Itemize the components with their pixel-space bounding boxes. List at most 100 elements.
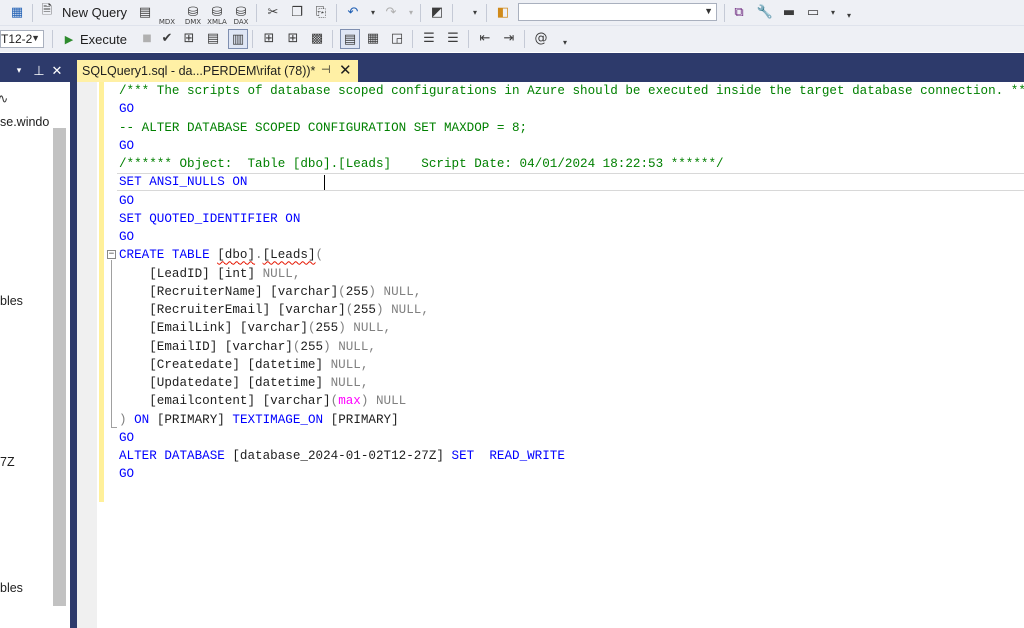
window-position-icon[interactable]: ▾ (10, 62, 28, 80)
code-line[interactable]: [RecruiterName] [varchar](255) NULL, (119, 283, 421, 301)
tree-item[interactable]: bles (0, 294, 23, 308)
cut-icon[interactable]: ✂ (264, 3, 282, 21)
solution-icon[interactable]: ◧ (494, 3, 512, 21)
connect-icon[interactable]: ▦ (8, 3, 26, 21)
code-token: /****** Object: Table [dbo].[Leads] Scri… (119, 157, 724, 171)
code-token: -- ALTER DATABASE SCOPED CONFIGURATION S… (119, 120, 528, 135)
comment-icon[interactable]: ☰ (420, 29, 438, 47)
close-icon[interactable]: ✕ (339, 61, 352, 79)
copy-icon[interactable]: ❐ (288, 3, 306, 21)
stop-icon[interactable]: ■ (138, 29, 156, 47)
code-token: CREATE TABLE (119, 248, 218, 263)
code-line[interactable]: /****** Object: Table [dbo].[Leads] Scri… (119, 155, 724, 173)
find-combo[interactable]: ▼ (518, 3, 717, 21)
code-line[interactable]: [RecruiterEmail] [varchar](255) NULL, (119, 301, 429, 319)
undo-icon[interactable]: ↶ (344, 3, 362, 21)
code-token: [Leads] (262, 248, 316, 263)
query-options-icon[interactable]: ▤ (204, 29, 222, 47)
uncomment-icon[interactable]: ☰ (444, 29, 462, 47)
pin-icon[interactable]: ⊣ (321, 63, 331, 76)
results-to-text-icon[interactable]: ▤ (340, 29, 360, 49)
activity-monitor-icon[interactable]: ◩ (428, 3, 446, 21)
mdx-query-icon[interactable]: ▤ (136, 3, 154, 21)
code-token: ) NULL, (368, 284, 422, 299)
scrollbar[interactable] (53, 128, 66, 606)
toolbar-options-icon[interactable]: ▾ (556, 33, 574, 51)
code-line[interactable]: ALTER DATABASE [database_2024-01-02T12-2… (119, 447, 565, 465)
toolbox-icon[interactable]: ▬ (780, 3, 798, 21)
code-token: [emailcontent] [varchar] (119, 394, 331, 409)
tree-item[interactable]: se.windo (0, 115, 49, 129)
tab-sqlquery1[interactable]: SQLQuery1.sql - da...PERDEM\rifat (78))*… (77, 60, 358, 82)
toolbar-separator (420, 4, 421, 22)
increase-indent-icon[interactable]: ⇥ (500, 29, 518, 47)
parse-check-icon[interactable]: ✔ (158, 29, 176, 47)
code-line[interactable]: GO (119, 465, 134, 483)
undo-dropdown-icon[interactable]: ▾ (364, 3, 382, 21)
code-line[interactable]: GO (119, 429, 134, 447)
code-line[interactable]: [Createdate] [datetime] NULL, (119, 356, 368, 374)
decrease-indent-icon[interactable]: ⇤ (476, 29, 494, 47)
code-token: ) NULL (360, 394, 407, 409)
terminal-icon[interactable]: ▭ (804, 3, 822, 21)
overflow-dropdown-icon[interactable]: ▾ (466, 3, 484, 21)
close-icon[interactable]: ✕ (48, 62, 66, 80)
code-token: SET QUOTED_IDENTIFIER ON (119, 211, 301, 226)
code-line[interactable]: [EmailID] [varchar](255) NULL, (119, 338, 376, 356)
database-select[interactable]: T12-2 ▼ (0, 30, 44, 48)
database-select-value: T12-2 (1, 32, 33, 46)
code-line[interactable]: GO (119, 100, 134, 118)
code-line[interactable]: ) ON [PRIMARY] TEXTIMAGE_ON [PRIMARY] (119, 411, 399, 429)
toolbar-separator (32, 4, 33, 22)
code-token: SET ANSI_NULLS ON (119, 175, 248, 190)
estimated-plan-icon[interactable]: ⊞ (180, 29, 198, 47)
toolbar-options-icon[interactable]: ▾ (840, 6, 858, 24)
code-token: SET READ_WRITE (451, 449, 565, 463)
code-token: [EmailLink] [varchar] (119, 321, 308, 336)
actual-plan-icon[interactable]: ⊞ (260, 29, 278, 47)
redo-dropdown-icon[interactable]: ▾ (402, 3, 420, 21)
code-token: ALTER DATABASE (119, 449, 233, 463)
code-line[interactable]: [EmailLink] [varchar](255) NULL, (119, 319, 391, 337)
code-token: max (338, 394, 361, 409)
code-line[interactable]: [Updatedate] [datetime] NULL, (119, 374, 368, 392)
code-line[interactable]: -- ALTER DATABASE SCOPED CONFIGURATION S… (119, 119, 527, 137)
toolbar-separator (486, 4, 487, 22)
tab-title: SQLQuery1.sql - da...PERDEM\rifat (78))* (82, 64, 316, 78)
sql-editor[interactable]: − /*** The scripts of database scoped co… (77, 82, 1024, 628)
visual-studio-icon[interactable]: ⧉ (730, 3, 748, 21)
code-token: [dbo] (217, 248, 256, 263)
collapse-icon[interactable]: − (107, 250, 116, 259)
results-to-file-icon[interactable]: ◲ (388, 29, 406, 47)
code-line[interactable]: [LeadID] [int] NULL, (119, 265, 300, 283)
tree-item[interactable]: 7Z (0, 455, 15, 469)
object-explorer-header: ▾ ⊥ ✕ (0, 60, 70, 82)
fold-guide (111, 260, 112, 428)
redo-icon[interactable]: ↷ (382, 3, 400, 21)
wrench-icon[interactable]: 🔧 (756, 3, 774, 21)
toolbar-separator (332, 30, 333, 48)
specify-values-icon[interactable]: @ (532, 29, 550, 47)
intellisense-icon[interactable]: ▥ (228, 29, 248, 49)
code-line[interactable]: [emailcontent] [varchar](max) NULL (119, 392, 406, 410)
code-line[interactable]: CREATE TABLE [dbo].[Leads]( (119, 246, 323, 264)
code-line[interactable]: GO (119, 192, 134, 210)
code-line[interactable]: GO (119, 137, 134, 155)
code-token: GO (119, 467, 135, 482)
code-line[interactable]: SET QUOTED_IDENTIFIER ON (119, 210, 300, 228)
paste-icon[interactable]: ⎘ (312, 3, 330, 21)
tree-item[interactable]: bles (0, 581, 23, 595)
pin-icon[interactable]: ⊥ (30, 62, 48, 80)
client-stats-icon[interactable]: ▩ (308, 29, 326, 47)
execute-button[interactable]: ▶ Execute (60, 30, 130, 49)
code-line[interactable]: GO (119, 228, 134, 246)
chevron-down-icon[interactable]: ▼ (704, 6, 713, 16)
code-token: [LeadID] [int] (119, 266, 263, 281)
code-line[interactable]: /*** The scripts of database scoped conf… (119, 82, 1024, 100)
code-token: 255 (345, 284, 369, 299)
text-cursor (324, 175, 325, 190)
code-line[interactable]: SET ANSI_NULLS ON (119, 173, 247, 191)
chevron-down-icon[interactable]: ▼ (31, 33, 40, 43)
results-to-grid-icon[interactable]: ▦ (364, 29, 382, 47)
live-stats-icon[interactable]: ⊞ (284, 29, 302, 47)
